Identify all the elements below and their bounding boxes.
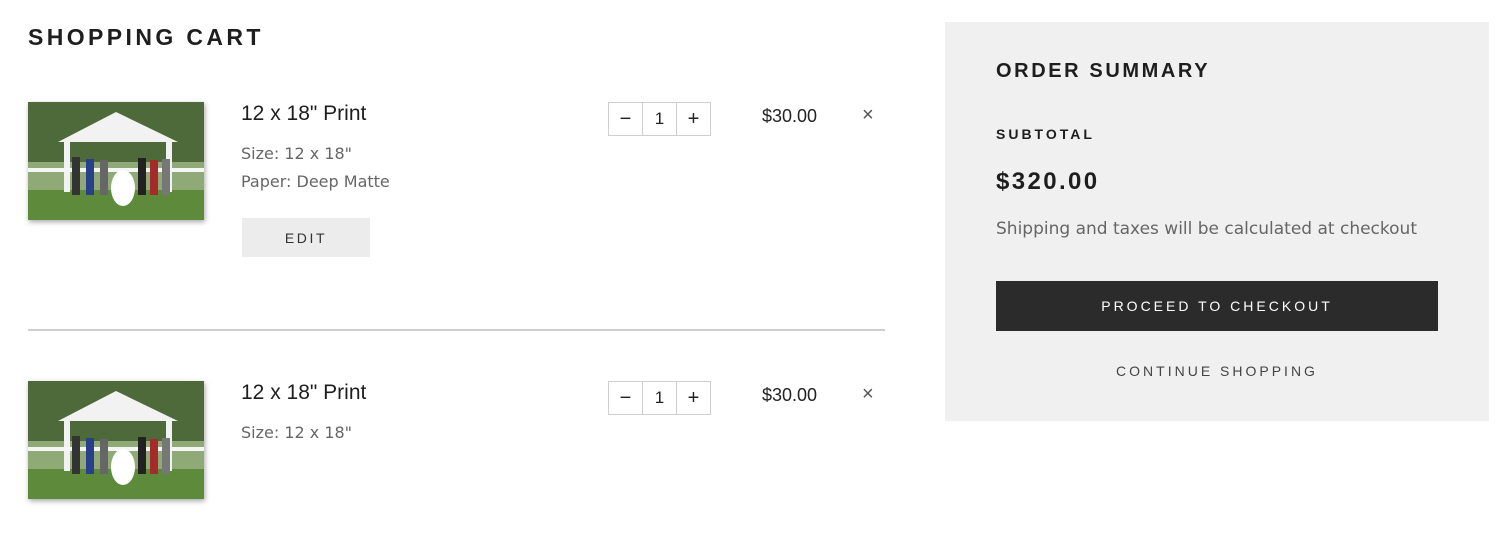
order-summary-title: ORDER SUMMARY xyxy=(996,60,1211,82)
decrease-quantity-button[interactable]: − xyxy=(609,103,642,135)
item-name[interactable]: 12 x 18" Print xyxy=(241,102,366,126)
increase-quantity-button[interactable]: + xyxy=(677,382,710,414)
quantity-input[interactable]: 1 xyxy=(642,382,677,414)
quantity-input[interactable]: 1 xyxy=(642,103,677,135)
shipping-note: Shipping and taxes will be calculated at… xyxy=(996,219,1417,239)
page-title: SHOPPING CART xyxy=(28,24,264,50)
item-option-size: Size: 12 x 18" xyxy=(241,423,353,442)
item-name[interactable]: 12 x 18" Print xyxy=(241,381,366,405)
edit-button[interactable]: EDIT xyxy=(242,218,370,257)
subtotal-label: SUBTOTAL xyxy=(996,126,1095,142)
remove-item-icon[interactable]: × xyxy=(862,105,878,125)
order-summary-panel: ORDER SUMMARY SUBTOTAL $320.00 Shipping … xyxy=(945,22,1489,421)
decrease-quantity-button[interactable]: − xyxy=(609,382,642,414)
item-price: $30.00 xyxy=(762,106,818,126)
cart-item: 12 x 18" Print Size: 12 x 18" Paper: Dee… xyxy=(28,102,886,272)
item-option-size: Size: 12 x 18" xyxy=(241,144,353,163)
product-thumbnail[interactable] xyxy=(28,381,204,499)
product-thumbnail[interactable] xyxy=(28,102,204,220)
item-divider xyxy=(28,329,885,331)
wedding-photo-thumbnail xyxy=(28,381,204,499)
proceed-to-checkout-button[interactable]: PROCEED TO CHECKOUT xyxy=(996,281,1438,331)
increase-quantity-button[interactable]: + xyxy=(677,103,710,135)
item-option-paper: Paper: Deep Matte xyxy=(241,172,390,191)
subtotal-value: $320.00 xyxy=(996,168,1100,195)
remove-item-icon[interactable]: × xyxy=(862,384,878,404)
item-price: $30.00 xyxy=(762,385,818,405)
cart-item: 12 x 18" Print Size: 12 x 18" − 1 + $30.… xyxy=(28,381,886,551)
quantity-stepper: − 1 + xyxy=(608,381,711,415)
continue-shopping-link[interactable]: CONTINUE SHOPPING xyxy=(996,363,1438,379)
wedding-photo-thumbnail xyxy=(28,102,204,220)
quantity-stepper: − 1 + xyxy=(608,102,711,136)
